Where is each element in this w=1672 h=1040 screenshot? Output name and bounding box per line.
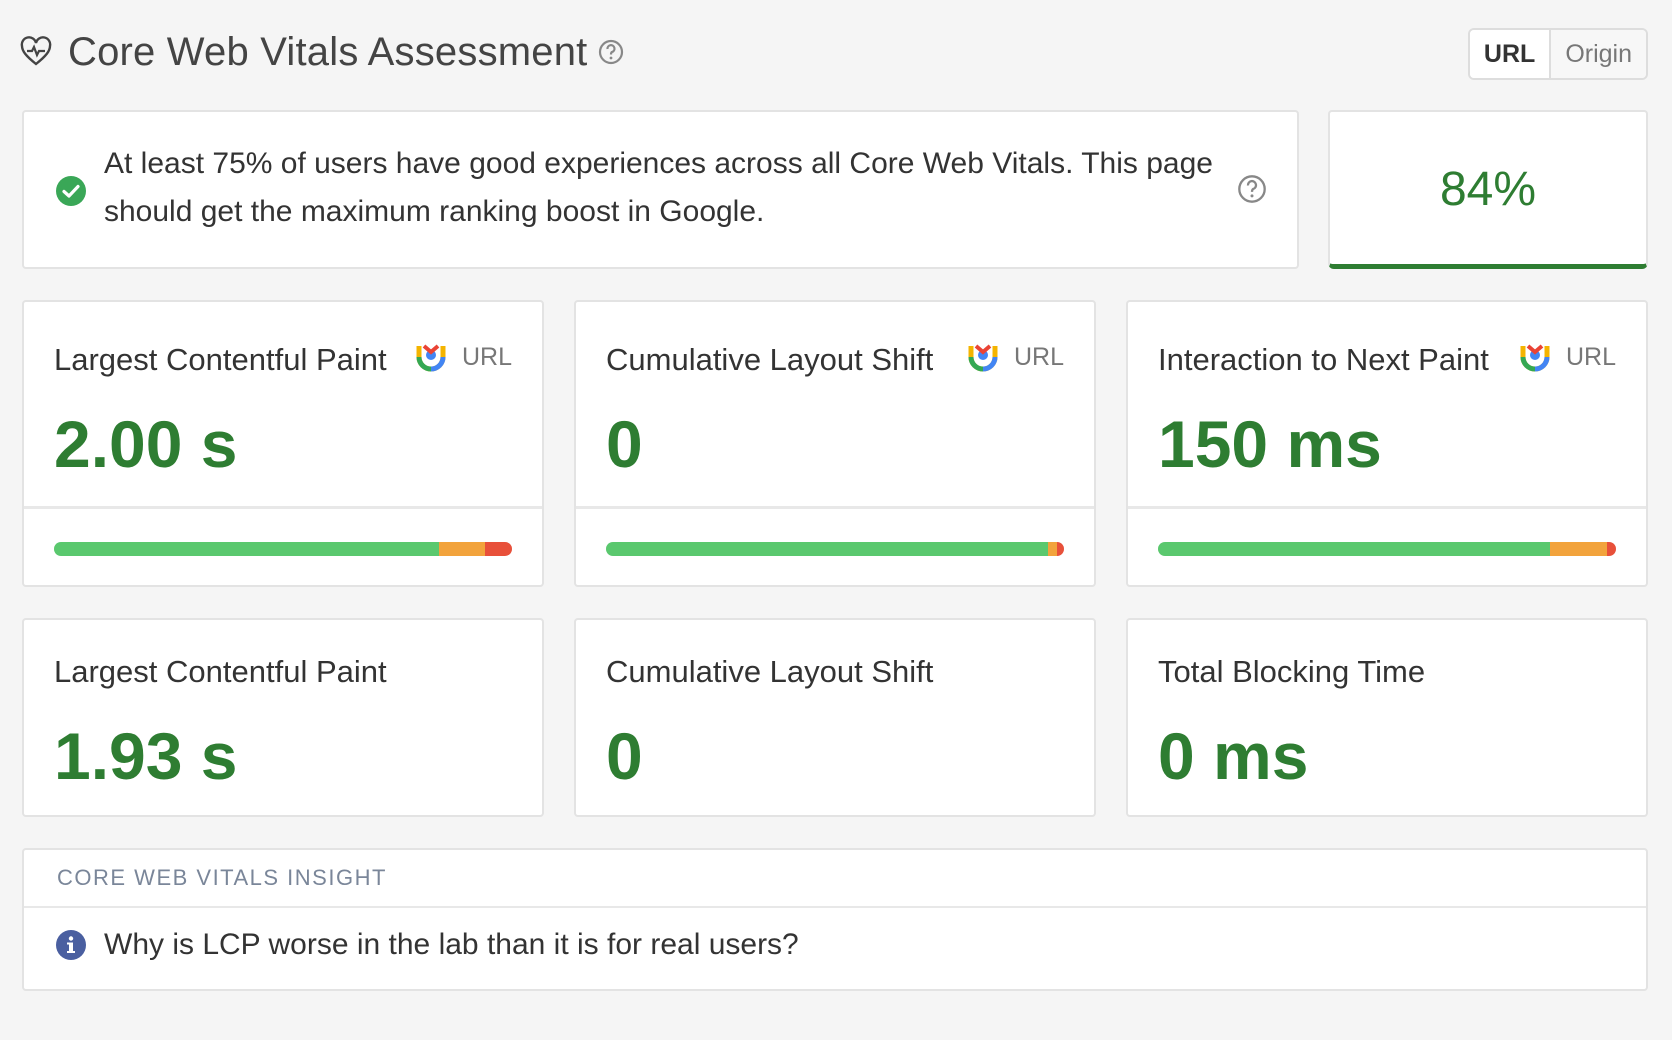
metric-source-tag: URL xyxy=(966,340,1064,374)
crux-icon xyxy=(416,344,446,372)
metric-value: 150 ms xyxy=(1158,407,1382,481)
divider xyxy=(1128,506,1646,509)
field-metric-cls[interactable]: Cumulative Layout Shift URL 0 xyxy=(574,300,1096,587)
divider xyxy=(576,506,1094,509)
metric-title: Largest Contentful Paint xyxy=(54,342,387,377)
metric-value: 1.93 s xyxy=(54,719,238,793)
distribution-bar xyxy=(1158,542,1616,556)
bar-good-segment xyxy=(1158,542,1550,556)
score-value: 84% xyxy=(1439,163,1537,216)
assessment-card: At least 75% of users have good experien… xyxy=(22,110,1299,269)
bar-needs-improvement-segment xyxy=(1549,542,1607,556)
metric-title: Cumulative Layout Shift xyxy=(606,654,934,689)
toggle-url[interactable]: URL xyxy=(1469,30,1552,78)
insight-heading: CORE WEB VITALS INSIGHT xyxy=(24,850,1646,908)
url-origin-toggle: URL Origin xyxy=(1467,28,1648,80)
bar-poor-segment xyxy=(1057,542,1064,556)
check-circle-icon xyxy=(54,174,88,208)
bar-poor-segment xyxy=(484,542,512,556)
metric-value: 0 xyxy=(606,719,643,793)
header: Core Web Vitals Assessment URL Origin xyxy=(20,22,1648,82)
page-title: Core Web Vitals Assessment xyxy=(68,29,588,74)
lab-metric-cls[interactable]: Cumulative Layout Shift 0 xyxy=(574,618,1096,817)
metric-value: 2.00 s xyxy=(54,407,238,481)
field-metric-inp[interactable]: Interaction to Next Paint URL 150 ms xyxy=(1126,300,1648,587)
toggle-origin[interactable]: Origin xyxy=(1551,30,1646,78)
bar-needs-improvement-segment xyxy=(438,542,485,556)
metric-tag-label: URL xyxy=(1565,342,1616,371)
lab-metric-tbt[interactable]: Total Blocking Time 0 ms xyxy=(1126,618,1648,817)
metric-title: Total Blocking Time xyxy=(1158,654,1426,689)
assessment-message: At least 75% of users have good experien… xyxy=(104,147,1213,228)
bar-good-segment xyxy=(606,542,1048,556)
heart-pulse-icon xyxy=(20,35,54,69)
bar-good-segment xyxy=(54,542,439,556)
metric-tag-label: URL xyxy=(1013,342,1064,371)
crux-icon xyxy=(1520,344,1550,372)
info-icon xyxy=(56,930,86,960)
lab-metric-lcp[interactable]: Largest Contentful Paint 1.93 s xyxy=(22,618,544,817)
divider xyxy=(24,506,542,509)
help-circle-icon[interactable] xyxy=(1237,174,1267,204)
distribution-bar xyxy=(606,542,1064,556)
crux-icon xyxy=(968,344,998,372)
help-circle-icon[interactable] xyxy=(598,38,626,66)
metric-source-tag: URL xyxy=(414,340,512,374)
metric-value: 0 ms xyxy=(1158,719,1309,793)
metric-source-tag: URL xyxy=(1518,340,1616,374)
metric-title: Interaction to Next Paint xyxy=(1158,342,1489,377)
metric-title: Cumulative Layout Shift xyxy=(606,342,934,377)
insight-card: CORE WEB VITALS INSIGHT Why is LCP worse… xyxy=(22,848,1648,991)
metric-title: Largest Contentful Paint xyxy=(54,654,387,689)
insight-question-link[interactable]: Why is LCP worse in the lab than it is f… xyxy=(104,928,799,962)
insight-item[interactable]: Why is LCP worse in the lab than it is f… xyxy=(54,928,799,962)
metric-value: 0 xyxy=(606,407,643,481)
metric-tag-label: URL xyxy=(461,342,512,371)
bar-needs-improvement-segment xyxy=(1047,542,1058,556)
distribution-bar xyxy=(54,542,512,556)
field-metric-lcp[interactable]: Largest Contentful Paint URL 2.00 s xyxy=(22,300,544,587)
bar-poor-segment xyxy=(1606,542,1616,556)
score-card: 84% xyxy=(1328,110,1648,269)
